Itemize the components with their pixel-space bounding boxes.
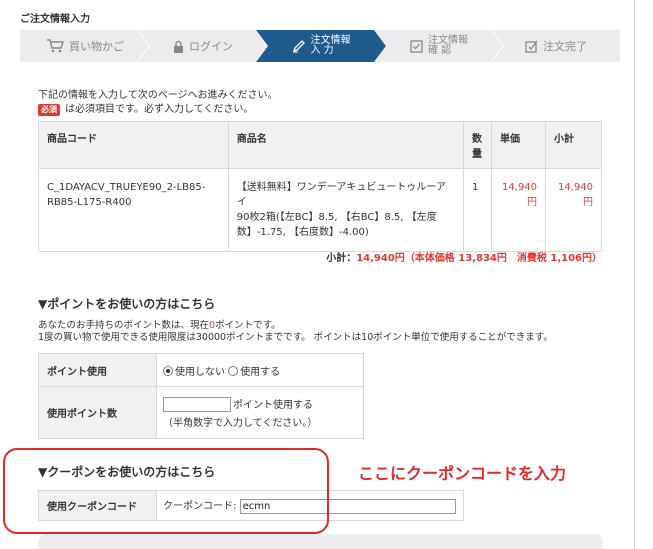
order-subtotal: 小計：14,940円（本体価格 13,834円 消費税 1,106円） [0, 249, 602, 264]
step-order-input: 注文情報入 力 [256, 30, 386, 62]
header-product-name: 商品名 [227, 121, 465, 169]
subtotal-cell: 14,940 円 [544, 168, 603, 252]
step-cart: 買い物かご [20, 30, 150, 62]
points-amount-cell: ポイント使用する （半角数字で入力してください。） [156, 386, 364, 439]
points-no-radio[interactable] [163, 365, 173, 376]
header-quantity: 数量 [463, 121, 492, 169]
next-section-box [38, 534, 603, 549]
points-form: ポイント使用 使用しない 使用する 使用ポイント数 ポイント使用する （半角数字… [38, 353, 364, 439]
right-border [634, 0, 635, 549]
header-unit-price: 単価 [491, 121, 546, 169]
points-amount-input[interactable] [163, 397, 231, 413]
step-cart-label: 買い物かご [69, 40, 124, 53]
points-section-title: ▼ポイントをお使いの方はこちら [38, 297, 216, 311]
points-amount-note: （半角数字で入力してください。） [163, 418, 318, 430]
cart-icon [47, 39, 64, 53]
step-complete-label: 注文完了 [543, 40, 587, 53]
subtotal-label: 小計： [326, 253, 357, 264]
table-row: C_1DAYACV_TRUEYE90_2-LB85- RB85-L175-R400… [38, 168, 603, 252]
intro-line-1: 下記の情報を入力して次のページへお進みください。 [38, 90, 278, 101]
unit-price-cell: 14,940 円 [491, 168, 546, 252]
check-box-icon [410, 39, 423, 53]
coupon-annotation: ここにクーポンコードを入力 [358, 464, 567, 483]
step-order-confirm-label-2: 確 認 [428, 45, 452, 56]
pen-icon [292, 40, 305, 53]
points-use-label: ポイント使用 [38, 353, 157, 387]
cart-items-table: 商品コード 商品名 数量 単価 小計 C_1DAYACV_TRUEYE90_2-… [38, 121, 603, 252]
subtotal-amount: 14,940円 [356, 253, 405, 264]
checkout-steps: 買い物かご ログイン 注文情報入 力 注文情報確 認 注文完了 [20, 30, 620, 62]
product-code-cell: C_1DAYACV_TRUEYE90_2-LB85- RB85-L175-R400 [38, 168, 229, 252]
points-no-label[interactable]: 使用しない [175, 367, 225, 378]
header-product-code: 商品コード [38, 121, 229, 169]
points-yes-label[interactable]: 使用する [240, 367, 280, 378]
intro-line-2: は必須項目です。必ず入力してください。 [65, 104, 254, 115]
points-info: あなたのお手持ちのポイント数は、現在0ポイントです。 1度の買い物で使用できる使… [38, 320, 553, 343]
page-title: ご注文情報入力 [20, 14, 90, 25]
quantity-cell: 1 [463, 168, 492, 252]
step-complete: 注文完了 [492, 30, 620, 62]
table-header-row: 商品コード 商品名 数量 単価 小計 [38, 121, 603, 169]
coupon-highlight-circle [3, 448, 329, 534]
required-badge: 必須 [38, 104, 60, 116]
points-amount-label: 使用ポイント数 [38, 386, 157, 439]
points-limit-text: 1度の買い物で使用できる使用限度は30000ポイントまでです。 ポイントは10ポ… [38, 332, 553, 343]
step-order-input-label-2: 入 力 [310, 45, 334, 56]
lock-icon [174, 40, 183, 53]
product-name-cell: 【送料無料】ワンデーアキュビュートゥルーアイ 90枚2箱(【左BC】8.5, 【右… [227, 168, 465, 252]
complete-icon [525, 40, 538, 53]
intro-text: 下記の情報を入力して次のページへお進みください。 必須 は必須項目です。必ず入力し… [38, 89, 278, 117]
points-amount-suffix: ポイント使用する [233, 399, 313, 411]
step-order-confirm: 注文情報確 認 [374, 30, 504, 62]
points-use-options: 使用しない 使用する [156, 353, 364, 387]
subtotal-detail: （本体価格 13,834円 消費税 1,106円） [404, 253, 602, 264]
points-yes-radio[interactable] [228, 365, 239, 376]
step-login-label: ログイン [189, 40, 233, 53]
step-login: ログイン [138, 30, 268, 62]
header-subtotal: 小計 [544, 121, 603, 169]
